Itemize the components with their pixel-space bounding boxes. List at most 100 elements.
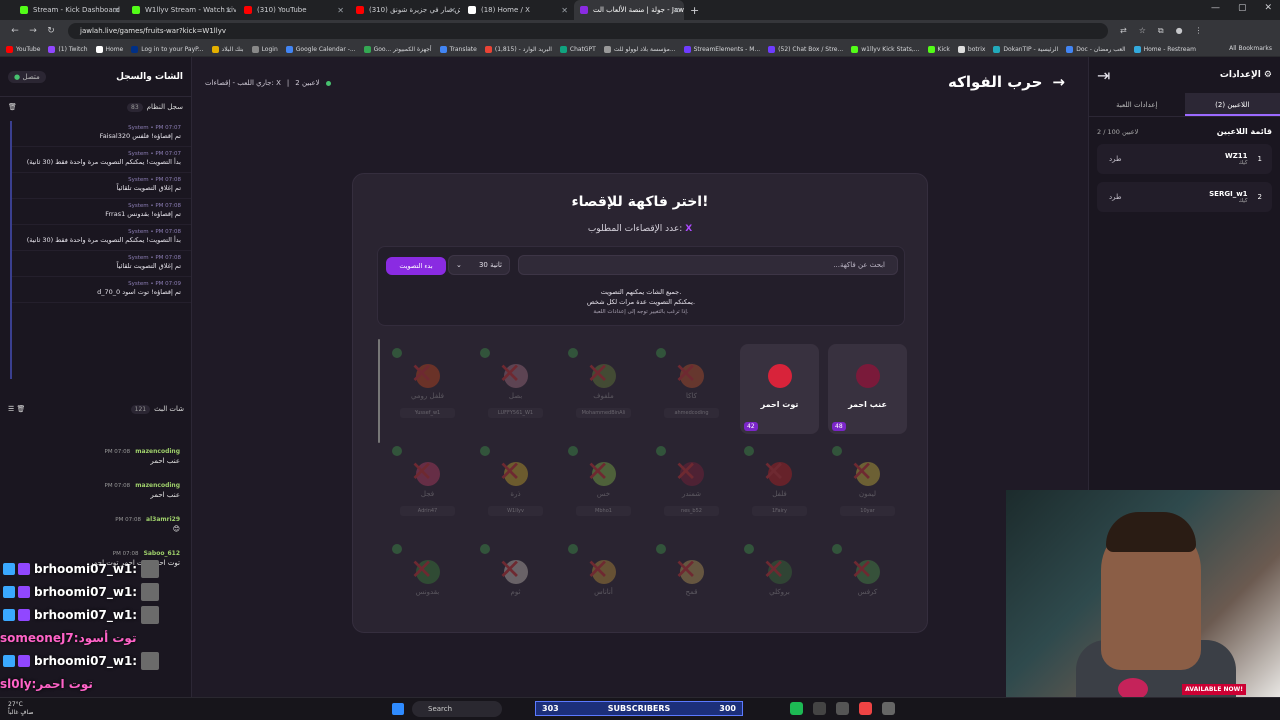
bookmark[interactable]: botrix — [957, 45, 985, 53]
arrow-right-icon[interactable]: → — [1052, 73, 1065, 91]
bookmark[interactable]: Translate — [439, 45, 477, 53]
eliminated-x-icon: ✕ — [498, 357, 522, 390]
bookmark[interactable]: Home — [95, 45, 123, 53]
back-icon[interactable]: ← — [6, 26, 24, 36]
url-input[interactable]: jawlah.live/games/fruits-war?kick=W1llyv — [68, 23, 1108, 39]
bookmark[interactable]: (1) Twitch — [48, 45, 88, 53]
fruit-search-input[interactable]: ابحث عن فاكهة... — [518, 255, 898, 275]
collapse-panel-icon[interactable]: ⇥ — [1097, 66, 1110, 85]
eliminated-x-icon: ✕ — [410, 553, 434, 586]
fruit-owner: ahmedcoding — [664, 408, 719, 418]
reload-icon[interactable]: ↻ — [42, 26, 60, 36]
kick-button[interactable]: طرد — [1109, 155, 1122, 163]
translate-icon[interactable]: ⇄ — [1120, 26, 1127, 36]
badge-icon — [18, 608, 30, 621]
close-icon[interactable]: ✕ — [337, 6, 344, 15]
jawlah-icon — [580, 6, 588, 14]
close-icon[interactable]: ✕ — [673, 6, 680, 15]
fruit-name: خس — [596, 490, 611, 498]
fruit-card-eliminated: ✕ ثوم — [476, 540, 555, 630]
bookmark[interactable]: Doc - العب رمضان — [1066, 45, 1126, 53]
online-badge: ● متصل — [8, 70, 46, 83]
bookmark[interactable]: DokanTIP - الرئيسية — [993, 45, 1058, 53]
overlay-username: someoneJ7 — [0, 630, 74, 645]
bookmark[interactable]: Log in to your PayP... — [131, 45, 204, 53]
close-icon[interactable]: ✕ — [113, 6, 120, 15]
spotify-icon[interactable] — [790, 702, 803, 715]
app-icon[interactable] — [882, 702, 895, 715]
vote-timer-select[interactable]: ⌄ 30 ثانية — [448, 255, 510, 275]
overlay-chat-line: someoneJ7 : توت أسود — [0, 626, 190, 649]
star-icon[interactable]: ☆ — [1139, 26, 1146, 36]
bookmark[interactable]: (52) Chat Box / Stre... — [768, 45, 843, 53]
overlay-chat-line: brhoomi07_w1 : — [0, 649, 190, 672]
close-window-icon[interactable]: ✕ — [1264, 3, 1272, 13]
tab-players[interactable]: اللاعبين (2) — [1184, 93, 1280, 116]
fruit-card[interactable]: توت احمر 42 — [740, 344, 819, 434]
system-log-title: سجل النظام — [146, 103, 183, 111]
check-icon — [832, 446, 842, 456]
bookmark[interactable]: البريد الوارد - (1,815) — [484, 45, 552, 53]
new-tab-icon[interactable]: + — [690, 4, 699, 17]
extensions-icon[interactable]: ⧉ — [1158, 26, 1164, 36]
xbox-icon[interactable] — [813, 702, 826, 715]
fruit-owner: Mbho1 — [576, 506, 631, 516]
fruit-owner: MohammedBinAli — [576, 408, 631, 418]
chat-panel-header: ● متصل الشات والسجل — [0, 57, 191, 97]
fruit-owner: Yussef_w1 — [400, 408, 455, 418]
badge-icon — [3, 585, 15, 598]
fruit-card-eliminated: ✕ بروكلي — [740, 540, 819, 630]
chat-message: PM 07:08 mazencoding عنب احمر — [104, 448, 181, 465]
fruit-card[interactable]: عنب احمر 48 — [828, 344, 907, 434]
maximize-icon[interactable]: ▢ — [1238, 3, 1247, 13]
bookmark[interactable]: Home - Restream — [1133, 45, 1196, 53]
bookmark[interactable]: بنك البلاد — [211, 45, 244, 53]
fruit-name: بصل — [508, 392, 523, 400]
bookmark[interactable]: Kick — [927, 45, 950, 53]
browser-tab[interactable]: (18) Home / X ✕ — [462, 0, 572, 20]
close-icon[interactable]: ✕ — [225, 6, 232, 15]
close-icon[interactable]: ✕ — [561, 6, 568, 15]
grid-scrollbar[interactable] — [378, 339, 380, 443]
chrome-icon[interactable] — [859, 702, 872, 715]
bookmark[interactable]: Google Calendar -... — [285, 45, 356, 53]
separator: : — [132, 653, 138, 668]
app-icon[interactable] — [836, 702, 849, 715]
bookmark[interactable]: w1llyv Kick Stats,... — [851, 45, 920, 53]
kick-button[interactable]: طرد — [1109, 193, 1122, 201]
browser-tab-active[interactable]: جولة | منصة الألعاب الت - Jawlah✕ — [574, 0, 684, 20]
browser-tab[interactable]: W1llyv Stream - Watch Live on✕ — [126, 0, 236, 20]
bookmark[interactable]: Login — [251, 45, 278, 53]
trash-icon[interactable]: 🗑 — [8, 103, 17, 111]
profile-icon[interactable]: ● — [1176, 26, 1183, 36]
all-bookmarks[interactable]: All Bookmarks — [1229, 45, 1272, 52]
close-icon[interactable]: ✕ — [449, 6, 456, 15]
bookmark[interactable]: ChatGPT — [559, 45, 596, 53]
bookmark[interactable]: YouTube — [6, 45, 40, 53]
bookmark[interactable]: Goo... أجهزة الكمبيوتر — [363, 45, 432, 53]
bookmark[interactable]: مؤسسة بلاد لوولو للت... — [603, 45, 676, 53]
windows-start-icon[interactable] — [392, 703, 404, 715]
check-icon — [568, 348, 578, 358]
minimize-icon[interactable]: — — [1211, 3, 1220, 13]
browser-tab[interactable]: (310) YouTube ✕ — [238, 0, 348, 20]
filter-icon[interactable]: ☰ 🗑 — [8, 405, 25, 413]
badge-icon — [18, 562, 30, 575]
browser-tab[interactable]: (310) وش صار في جزيرة شونق ✕ — [350, 0, 460, 20]
weather-widget[interactable]: 27°C صافٍ غالباً — [8, 701, 33, 717]
settings-title: الإعدادات ⚙ — [1219, 70, 1272, 80]
taskbar-search[interactable]: Search — [412, 701, 502, 717]
avatar — [141, 559, 160, 578]
overlay-username: brhoomi07_w1 — [34, 607, 133, 622]
tab-game-settings[interactable]: إعدادات اللعبة — [1089, 93, 1185, 116]
badge-icon — [3, 654, 15, 667]
vote-notes: جميع الشات يمكنهم التصويت. يمكنكم التصوي… — [586, 288, 696, 315]
browser-tab[interactable]: Stream - Kick Dashboard ✕ — [14, 0, 124, 20]
forward-icon[interactable]: → — [24, 26, 42, 36]
address-bar-row: ← → ↻ jawlah.live/games/fruits-war?kick=… — [0, 20, 1280, 42]
start-vote-button[interactable]: بدء التصويت — [386, 257, 446, 275]
bookmark[interactable]: StreamElements - M... — [683, 45, 760, 53]
eliminated-x-icon: ✕ — [586, 357, 610, 390]
menu-icon[interactable]: ⋮ — [1195, 26, 1203, 36]
overlay-chat-line: sl0ly : توت احمر — [0, 672, 190, 695]
